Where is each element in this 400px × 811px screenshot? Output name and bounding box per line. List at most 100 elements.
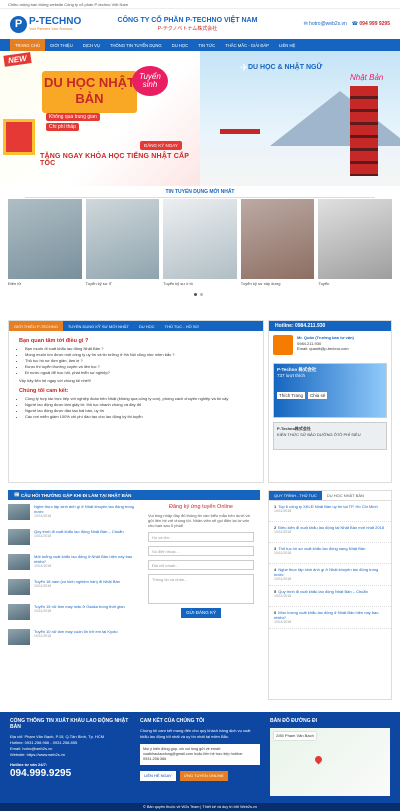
job-card[interactable] bbox=[318, 199, 392, 279]
list-item[interactable]: Tuyển 15 nữ làm may mặc ở Osaka trong th… bbox=[8, 604, 140, 625]
nav-services[interactable]: DỊCH VỤ bbox=[78, 39, 105, 51]
tab-process[interactable]: QUY TRÌNH - THỦ TỤC bbox=[269, 491, 322, 500]
footer-hotline-number[interactable]: 094.999.9295 bbox=[10, 768, 130, 780]
header-email[interactable]: ✉ hotro@web2s.vn bbox=[304, 21, 347, 27]
footer-note: Mọi ý kiến đóng góp, xin vui lòng gửi về… bbox=[140, 744, 260, 765]
divider bbox=[25, 197, 375, 198]
message-textarea[interactable]: Thông tin cá nhân... bbox=[148, 574, 254, 604]
tab-study-japan[interactable]: DU HỌC NHẬT BẢN bbox=[322, 491, 369, 500]
fb-share-button[interactable]: Chia sẻ bbox=[308, 392, 328, 399]
list-item[interactable]: Tuyển 18 nam (có kinh nghiệm hàn) đi Nhậ… bbox=[8, 579, 140, 600]
tab-study[interactable]: DU HỌC bbox=[134, 321, 160, 331]
banner-point: Không qua trung gian bbox=[46, 113, 100, 121]
fb-like-button[interactable]: Thích Trang bbox=[277, 392, 306, 399]
thumbnail bbox=[8, 529, 30, 545]
banner-right-title: DU HỌC & NHẬT NGỮ bbox=[248, 64, 323, 71]
intro-panel: GIỚI THIỆU P-TECHNO TUYỂN DỤNG KỸ SƯ MỚI… bbox=[8, 320, 264, 483]
list-item[interactable]: Tuyển 10 nữ làm may cuốn ổn trở em tại K… bbox=[8, 629, 140, 650]
job-caption[interactable]: Tuyển kỹ sư xây dựng bbox=[241, 279, 315, 286]
list-item[interactable]: 2 Điều kiện đi xuất khẩu lao động tại Nhậ… bbox=[269, 522, 391, 543]
list-item[interactable]: 6 Mức lương xuất khẩu lao động ở Nhật Bản… bbox=[269, 607, 391, 629]
nav-home[interactable]: TRANG CHỦ bbox=[10, 39, 45, 51]
map-pin-icon bbox=[313, 754, 324, 765]
tab-procedures[interactable]: THỦ TỤC - HỒ SƠ bbox=[160, 321, 204, 331]
fb-likes: 737 lượt thích bbox=[277, 373, 305, 378]
intro-cta: Vậy hãy liên hệ ngay với chúng tôi nhé!!… bbox=[19, 378, 92, 383]
main-nav: TRANG CHỦ GIỚI THIỆU DỊCH VỤ THÔNG TIN T… bbox=[0, 39, 400, 51]
intro-item: Đi nước ngoài để học hỏi, phát triển sự … bbox=[25, 370, 253, 376]
hero-banner[interactable]: NEW DU HỌC NHẬT BẢN Tuyển sinh Không qua… bbox=[0, 51, 400, 186]
tab-about[interactable]: GIỚI THIỆU P-TECHNO bbox=[9, 321, 63, 331]
company-name-jp: P-テクノベトナム株式会社 bbox=[157, 25, 218, 32]
footer-website[interactable]: Website: https://www.web2s.vn bbox=[10, 752, 130, 758]
thumbnail bbox=[8, 504, 30, 520]
list-item[interactable]: 1 Top 6 công ty XKLĐ Nhật Bản uy tín tại … bbox=[269, 501, 391, 522]
job-card[interactable] bbox=[163, 199, 237, 279]
banner-promo: TẶNG NGAY KHÓA HỌC TIẾNG NHẬT CẤP TỐC bbox=[40, 153, 189, 167]
list-item[interactable]: Nghe thực tập sinh ảnh gì ở Nhật khuyên … bbox=[8, 504, 140, 525]
list-item[interactable]: 4 Nghe thực tập sinh ảnh gì ở Nhật khuyên… bbox=[269, 564, 391, 586]
jobs-carousel: Điện tử Tuyển kỹ sư IT Tuyển kỹ sư ô tô … bbox=[0, 199, 400, 297]
nav-contact[interactable]: LIÊN HỆ bbox=[274, 39, 300, 51]
list-item[interactable]: Quy trình đi xuất khẩu lao động Nhật Bản… bbox=[8, 529, 140, 550]
job-caption[interactable]: Tuyển bbox=[318, 279, 392, 286]
nav-about[interactable]: GIỚI THIỆU bbox=[45, 39, 78, 51]
carousel-dot[interactable] bbox=[194, 293, 197, 296]
email-input[interactable]: Địa chỉ email... bbox=[148, 560, 254, 570]
company-name: CÔNG TY CỔ PHẦN P-TECHNO VIỆT NAM bbox=[117, 16, 258, 24]
map[interactable]: 2/85 Phạm Văn Bạch bbox=[270, 728, 390, 796]
thumbnail bbox=[8, 554, 30, 570]
nav-news[interactable]: TIN TỨC bbox=[193, 39, 220, 51]
logo-name: P-TECHNO bbox=[29, 16, 82, 27]
job-caption[interactable]: Điện tử bbox=[8, 279, 82, 286]
map-label: 2/85 Phạm Văn Bạch bbox=[274, 732, 316, 740]
phone-input[interactable]: Số điện thoại... bbox=[148, 546, 254, 556]
nav-jobs[interactable]: THÔNG TIN TUYỂN DỤNG bbox=[105, 39, 167, 51]
carousel-dot[interactable] bbox=[200, 293, 203, 296]
list-item[interactable]: 5 Quy trình đi xuất khẩu lao động Nhật Bả… bbox=[269, 586, 391, 607]
job-card[interactable] bbox=[85, 199, 160, 279]
facebook-post[interactable]: P-Techno株式会社 KIẾN THỨC SỬ BẢO DƯỠNG ÔTÔ … bbox=[273, 422, 387, 450]
list-item[interactable]: Một tuổng xuất khẩu lao động ở Nhật Bản … bbox=[8, 554, 140, 575]
list-item[interactable]: 3 Thủ tục hồ sơ xuất khẩu lao động sang N… bbox=[269, 543, 391, 564]
nav-faq[interactable]: THẮC MẮC - GIẢI ĐÁP bbox=[220, 39, 274, 51]
submit-button[interactable]: GỬI ĐĂNG KÝ bbox=[181, 608, 221, 618]
thumbnail bbox=[8, 579, 30, 595]
mount-fuji-image bbox=[270, 91, 400, 146]
commitment-title: Chúng tôi cam kết: bbox=[19, 388, 69, 394]
nav-study[interactable]: DU HỌC bbox=[167, 39, 194, 51]
banner-badge: Tuyển sinh bbox=[132, 66, 168, 96]
logo-icon: P bbox=[10, 15, 27, 33]
header-phone[interactable]: ☎ 094 999 9295 bbox=[352, 21, 390, 27]
footer-info-title: CỔNG THÔNG TIN XUẤT KHẨU LAO ĐỘNG NHẬT B… bbox=[10, 718, 129, 730]
intro-question: Bạn quan tâm tới điều gì ? bbox=[19, 338, 89, 344]
footer-map-title: BẢN ĐỒ ĐƯỜNG ĐI bbox=[270, 718, 318, 724]
footer-commit-text: Chúng tôi cam kết mang đến cho quý khách… bbox=[140, 728, 251, 739]
gift-icon bbox=[3, 119, 35, 155]
banner-title: DU HỌC NHẬT BẢN bbox=[42, 71, 137, 113]
form-description: Vui lòng nhập đầy đủ thông tin vào biểu … bbox=[148, 513, 250, 528]
tab-new-jobs[interactable]: TUYỂN DỤNG KỸ SƯ MỚI NHẤT bbox=[63, 321, 134, 331]
job-caption[interactable]: Tuyển kỹ sư ô tô bbox=[163, 279, 237, 286]
avatar bbox=[273, 335, 293, 355]
advisor-phone[interactable]: 0984.211.930 bbox=[297, 341, 321, 346]
contact-now-button[interactable]: LIÊN HỆ NGAY bbox=[140, 771, 176, 781]
site-footer: CỔNG THÔNG TIN XUẤT KHẨU LAO ĐỘNG NHẬT B… bbox=[0, 712, 400, 803]
advisor-email[interactable]: Email: quantt@p-techno.com bbox=[297, 346, 349, 351]
name-input[interactable]: Họ và tên... bbox=[148, 532, 254, 542]
apply-online-button[interactable]: ỨNG TUYỂN ONLINE bbox=[179, 771, 228, 781]
job-card[interactable] bbox=[240, 199, 315, 279]
logo[interactable]: P P-TECHNO Your Partners Your Success bbox=[10, 15, 85, 33]
job-card[interactable] bbox=[8, 199, 82, 279]
register-now-button[interactable]: ĐĂNG KÝ NGAY bbox=[140, 141, 182, 150]
fb-post-text: KIẾN THỨC SỬ BẢO DƯỠNG ÔTÔ PHỈ SIÊU bbox=[277, 432, 361, 437]
job-caption[interactable]: Tuyển kỹ sư IT bbox=[86, 279, 160, 286]
copyright: © Bản quyền thuộc về W2s Team | Thiết kế… bbox=[0, 803, 400, 811]
fb-post-author: P-Techno株式会社 bbox=[277, 426, 311, 431]
form-title: Đăng ký ứng tuyển Online bbox=[169, 504, 233, 510]
top-bar-text: Chiêu mộng bạn thông website Công ty cổ … bbox=[8, 2, 128, 7]
pagoda-image bbox=[350, 86, 378, 176]
carousel-dots[interactable] bbox=[194, 293, 203, 296]
banner-point: Chi phí thấp bbox=[46, 123, 79, 131]
facebook-widget[interactable]: P-Techno 株式会社 737 lượt thích Thích Trang… bbox=[273, 363, 387, 418]
